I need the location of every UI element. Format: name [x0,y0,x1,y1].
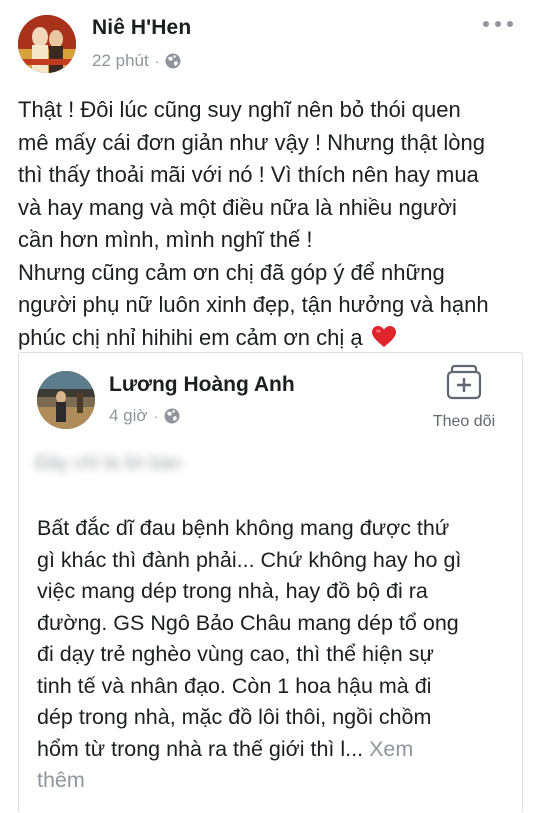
red-heart-icon [371,325,397,349]
post-text-line: phúc chị nhỉ hihihi em cảm ơn chị ạ [18,324,363,350]
shared-author-avatar[interactable] [37,371,95,429]
post-text-line: thì thấy thoải mãi với nó ! Vì thích nên… [18,162,479,187]
post-text-line: Thật ! Đôi lúc cũng suy nghĩ nên bỏ thói… [18,97,461,122]
author-avatar[interactable] [18,15,76,73]
blurred-text: Đây chỉ là lời bàn [35,453,182,474]
post-text-line: cần hơn mình, mình nghĩ thế ! [18,227,313,252]
shared-author-name[interactable]: Lương Hoàng Anh [109,373,295,397]
shared-text-line: tinh tế và nhân đạo. Còn 1 hoa hậu mà đi [37,673,432,698]
shared-post-body: Bất đắc dĩ đau bệnh không mang được thứ … [37,513,512,797]
post-body: Thật ! Đôi lúc cũng suy nghĩ nên bỏ thói… [18,94,528,354]
globe-icon [165,53,181,69]
post-meta: 22 phút · [92,50,181,72]
shared-post-meta: 4 giờ · [109,405,180,427]
meta-separator: · [154,53,160,69]
post-author-name[interactable]: Niê H'Hen [92,16,191,40]
shared-text-line: gì khác thì đành phải... Chứ không hay h… [37,547,462,572]
meta-separator: · [153,408,159,424]
shared-post-timestamp[interactable]: 4 giờ [109,406,148,426]
more-options-icon[interactable] [483,14,513,34]
shared-text-line: đường. GS Ngô Bảo Châu mang dép tổ ong [37,610,459,635]
shared-text-line-last: hổm từ trong nhà ra thế giới thì l... Xe… [37,734,512,766]
follow-box-plus-icon [445,363,483,401]
shared-text-line: hổm từ trong nhà ra thế giới thì l... [37,736,364,761]
shared-text-line: việc mang dép trong nhà, hay đồ bộ đi ra [37,579,428,603]
follow-button[interactable]: Theo dõi [424,363,504,435]
see-more-link[interactable]: Xem [369,737,413,761]
shared-text-line: Bất đắc dĩ đau bệnh không mang được thứ [37,516,450,540]
post-header: Niê H'Hen 22 phút · [0,0,539,86]
post-timestamp[interactable]: 22 phút [92,51,149,71]
post-text-line: mê mấy cái đơn giản như vậy ! Nhưng thật… [18,129,486,155]
post-text-line: Nhưng cũng cảm ơn chị đã góp ý để những [18,259,445,285]
post-text-line-last: phúc chị nhỉ hihihi em cảm ơn chị ạ [18,322,528,355]
shared-text-line: đi dạy trẻ nghèo vùng cao, thì thể hiện … [37,642,434,666]
shared-post-card[interactable]: Lương Hoàng Anh 4 giờ · Theo dõi Đây chỉ… [18,352,523,813]
shared-text-line: dép trong nhà, mặc đồ lôi thôi, ngồi chồ… [37,705,432,729]
follow-label: Theo dõi [432,413,496,430]
post-text-line: người phụ nữ luôn xinh đẹp, tận hưởng và… [18,292,489,317]
globe-icon [164,408,180,424]
see-more-link-continued[interactable]: thêm [37,765,512,797]
post-text-line: và hay mang và một điều nữa là nhiều ngư… [18,194,457,220]
